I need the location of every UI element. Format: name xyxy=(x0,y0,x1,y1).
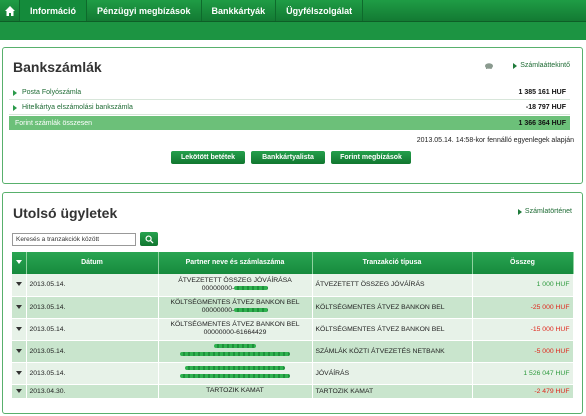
row-amount: -25 000 HUF xyxy=(472,296,574,319)
redacted-account-mark xyxy=(234,285,269,290)
table-header-row: Dátum Partner neve és számlaszáma Tranza… xyxy=(12,252,574,274)
account-name: Hitelkártya elszámolási bankszámla xyxy=(22,104,133,111)
caret-down-icon xyxy=(15,388,22,393)
arrow-right-icon xyxy=(513,62,518,69)
table-row[interactable]: 2013.04.30. TARTOZIK KAMAT TARTOZIK KAMA… xyxy=(12,384,574,399)
account-balance: 1 385 161 HUF xyxy=(518,89,566,96)
nav-item-information[interactable]: Információ xyxy=(20,0,88,21)
row-date: 2013.05.14. xyxy=(26,362,159,385)
search-icon xyxy=(144,234,154,244)
nav-item-customer-service[interactable]: Ügyfélszolgálat xyxy=(276,0,364,21)
row-partner xyxy=(158,340,313,363)
row-expand-toggle[interactable] xyxy=(12,274,27,297)
row-expand-toggle[interactable] xyxy=(12,384,27,399)
row-type: KÖLTSÉGMENTES ÁTVEZ BANKON BEL xyxy=(312,296,473,319)
nav-item-payment-orders[interactable]: Pénzügyi megbízások xyxy=(87,0,202,21)
arrow-right-icon xyxy=(13,89,17,96)
row-expand-toggle[interactable] xyxy=(12,318,27,341)
table-row[interactable]: 2013.05.14. KÖLTSÉGMENTES ÁTVEZ BANKON B… xyxy=(12,296,574,319)
partner-account: 00000000- xyxy=(201,284,235,292)
accounts-title: Bankszámlák xyxy=(13,59,102,75)
redacted-name-mark xyxy=(185,366,285,371)
partner-name: KÖLTSÉGMENTES ÁTVEZ BANKON BEL xyxy=(170,321,300,328)
row-type: ÁTVEZETETT ÖSSZEG JÓVÁÍRÁS xyxy=(312,274,473,297)
row-date: 2013.05.14. xyxy=(26,340,159,363)
partner-account: 00000000- xyxy=(201,307,235,314)
column-header-date[interactable]: Dátum xyxy=(26,252,159,274)
top-nav: Információ Pénzügyi megbízások Bankkárty… xyxy=(0,0,586,22)
partner-name: KÖLTSÉGMENTES ÁTVEZ BANKON BEL xyxy=(170,299,300,306)
expand-all-toggle[interactable] xyxy=(12,252,27,274)
redacted-account-mark xyxy=(180,374,290,379)
redacted-account-mark xyxy=(234,308,269,313)
row-amount: -2 479 HUF xyxy=(472,384,574,399)
arrow-right-icon xyxy=(517,208,522,215)
account-row-posta[interactable]: Posta Folyószámla 1 385 161 HUF xyxy=(9,86,570,100)
accounts-total-row: Forint számlák összesen 1 366 364 HUF xyxy=(9,116,570,130)
caret-down-icon xyxy=(15,326,22,331)
row-partner xyxy=(158,362,313,385)
row-expand-toggle[interactable] xyxy=(12,296,27,319)
column-header-amount[interactable]: Összeg xyxy=(472,252,574,274)
transactions-table: Dátum Partner neve és számlaszáma Tranza… xyxy=(12,252,574,399)
deposits-button[interactable]: Lekötött betétek xyxy=(171,151,245,164)
row-amount: -15 000 HUF xyxy=(472,318,574,341)
header-band xyxy=(0,22,586,40)
column-header-partner[interactable]: Partner neve és számlaszáma xyxy=(158,252,313,274)
partner-name: ÁTVEZETETT ÖSSZEG JÓVÁÍRÁSA xyxy=(178,276,292,284)
statement-overview-link[interactable]: Számlaáttekintő xyxy=(513,62,570,69)
account-history-link[interactable]: Számlatörténet xyxy=(517,208,572,215)
transaction-search-input[interactable]: Keresés a tranzakciók között xyxy=(12,233,136,246)
row-expand-toggle[interactable] xyxy=(12,340,27,363)
row-date: 2013.05.14. xyxy=(26,296,159,319)
row-amount: -5 000 HUF xyxy=(472,340,574,363)
row-type: JÓVÁÍRÁS xyxy=(312,362,473,385)
balance-note: 2013.05.14. 14:58-kor fennálló egyenlege… xyxy=(416,137,574,144)
home-icon xyxy=(4,5,15,16)
table-row[interactable]: 2013.05.14. KÖLTSÉGMENTES ÁTVEZ BANKON B… xyxy=(12,318,574,341)
caret-down-icon xyxy=(15,260,22,264)
row-date: 2013.05.14. xyxy=(26,274,159,297)
row-type: TARTOZIK KAMAT xyxy=(312,384,473,399)
caret-down-icon xyxy=(15,370,22,375)
partner-account: 00000000-61664429 xyxy=(203,329,267,336)
total-amount: 1 366 364 HUF xyxy=(518,119,566,127)
row-amount: 1 000 HUF xyxy=(472,274,574,297)
row-partner: ÁTVEZETETT ÖSSZEG JÓVÁÍRÁSA 00000000- xyxy=(158,274,313,297)
table-row[interactable]: 2013.05.14. ÁTVEZETETT ÖSSZEG JÓVÁÍRÁSA 0… xyxy=(12,274,574,297)
row-type: SZÁMLÁK KÖZTI ÁTVEZETÉS NETBANK xyxy=(312,340,473,363)
arrow-right-icon xyxy=(13,104,17,111)
account-balance: -18 797 HUF xyxy=(525,104,566,111)
search-button[interactable] xyxy=(140,232,158,246)
row-partner: TARTOZIK KAMAT xyxy=(158,384,313,399)
caret-down-icon xyxy=(15,304,22,309)
row-type: KÖLTSÉGMENTES ÁTVEZ BANKON BEL xyxy=(312,318,473,341)
row-partner: KÖLTSÉGMENTES ÁTVEZ BANKON BEL 00000000- xyxy=(158,296,313,319)
transactions-title: Utolsó ügyletek xyxy=(13,205,118,221)
account-history-label: Számlatörténet xyxy=(524,208,572,215)
total-label: Forint számlák összesen xyxy=(15,119,93,127)
row-amount: 1 526 047 HUF xyxy=(472,362,574,385)
nav-item-bank-cards[interactable]: Bankkártyák xyxy=(202,0,277,21)
row-date: 2013.04.30. xyxy=(26,384,159,399)
account-name: Posta Folyószámla xyxy=(22,89,82,96)
redacted-name-mark xyxy=(214,344,256,349)
table-row[interactable]: 2013.05.14. JÓVÁÍRÁS 1 526 047 HUF xyxy=(12,362,574,385)
forint-orders-button[interactable]: Forint megbízások xyxy=(331,151,411,164)
row-partner: KÖLTSÉGMENTES ÁTVEZ BANKON BEL 00000000-6… xyxy=(158,318,313,341)
account-row-credit-card[interactable]: Hitelkártya elszámolási bankszámla -18 7… xyxy=(9,101,570,115)
caret-down-icon xyxy=(15,282,22,287)
column-header-type[interactable]: Tranzakció típusa xyxy=(312,252,473,274)
caret-down-icon xyxy=(15,348,22,353)
table-row[interactable]: 2013.05.14. SZÁMLÁK KÖZTI ÁTVEZETÉS NETB… xyxy=(12,340,574,363)
piggy-bank-icon xyxy=(485,63,493,69)
row-expand-toggle[interactable] xyxy=(12,362,27,385)
redacted-account-mark xyxy=(180,352,290,357)
home-button[interactable] xyxy=(0,0,20,21)
row-date: 2013.05.14. xyxy=(26,318,159,341)
card-list-button[interactable]: Bankkártyalista xyxy=(251,151,325,164)
statement-overview-label: Számlaáttekintő xyxy=(520,62,570,69)
